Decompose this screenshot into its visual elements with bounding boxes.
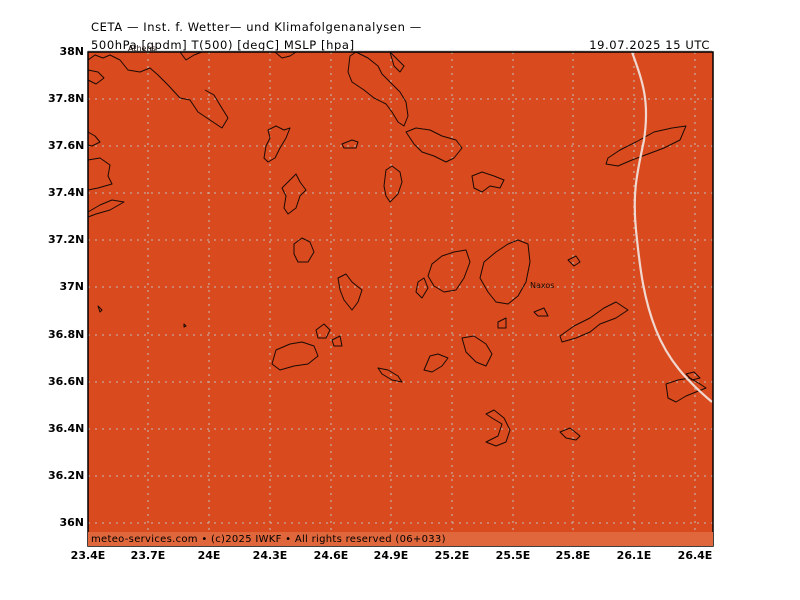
lat-tick-37-4n: 37.4N <box>48 186 85 199</box>
lat-tick-37-6n: 37.6N <box>48 139 85 152</box>
athens-label: Athens <box>128 44 156 53</box>
lat-tick-36-2n: 36.2N <box>48 469 85 482</box>
lon-tick-25-8e: 25.8E <box>555 549 591 562</box>
lon-tick-25-5e: 25.5E <box>495 549 531 562</box>
lon-tick-25-2e: 25.2E <box>434 549 470 562</box>
lon-tick-26-4e: 26.4E <box>677 549 713 562</box>
naxos-label: Naxos <box>530 281 554 290</box>
lon-tick-23-7e: 23.7E <box>130 549 166 562</box>
copyright-footer: meteo-services.com • (c)2025 IWKF • All … <box>91 534 446 545</box>
lon-tick-24-3e: 24.3E <box>252 549 288 562</box>
lon-tick-24-6e: 24.6E <box>313 549 349 562</box>
lon-tick-24-9e: 24.9E <box>373 549 409 562</box>
lat-tick-38n: 38N <box>59 45 84 58</box>
lat-tick-36-4n: 36.4N <box>48 422 85 435</box>
lat-tick-37-8n: 37.8N <box>48 92 85 105</box>
lon-tick-23-4e: 23.4E <box>70 549 106 562</box>
lon-tick-26-1e: 26.1E <box>616 549 652 562</box>
lat-tick-36n: 36N <box>59 516 84 529</box>
lat-tick-37-2n: 37.2N <box>48 233 85 246</box>
temperature-field <box>88 52 713 546</box>
map-svg: Naxos Athens <box>87 44 714 547</box>
lon-tick-24e: 24E <box>197 549 221 562</box>
lat-tick-36-8n: 36.8N <box>48 328 85 341</box>
lat-tick-36-6n: 36.6N <box>48 375 85 388</box>
lat-tick-37n: 37N <box>59 280 84 293</box>
